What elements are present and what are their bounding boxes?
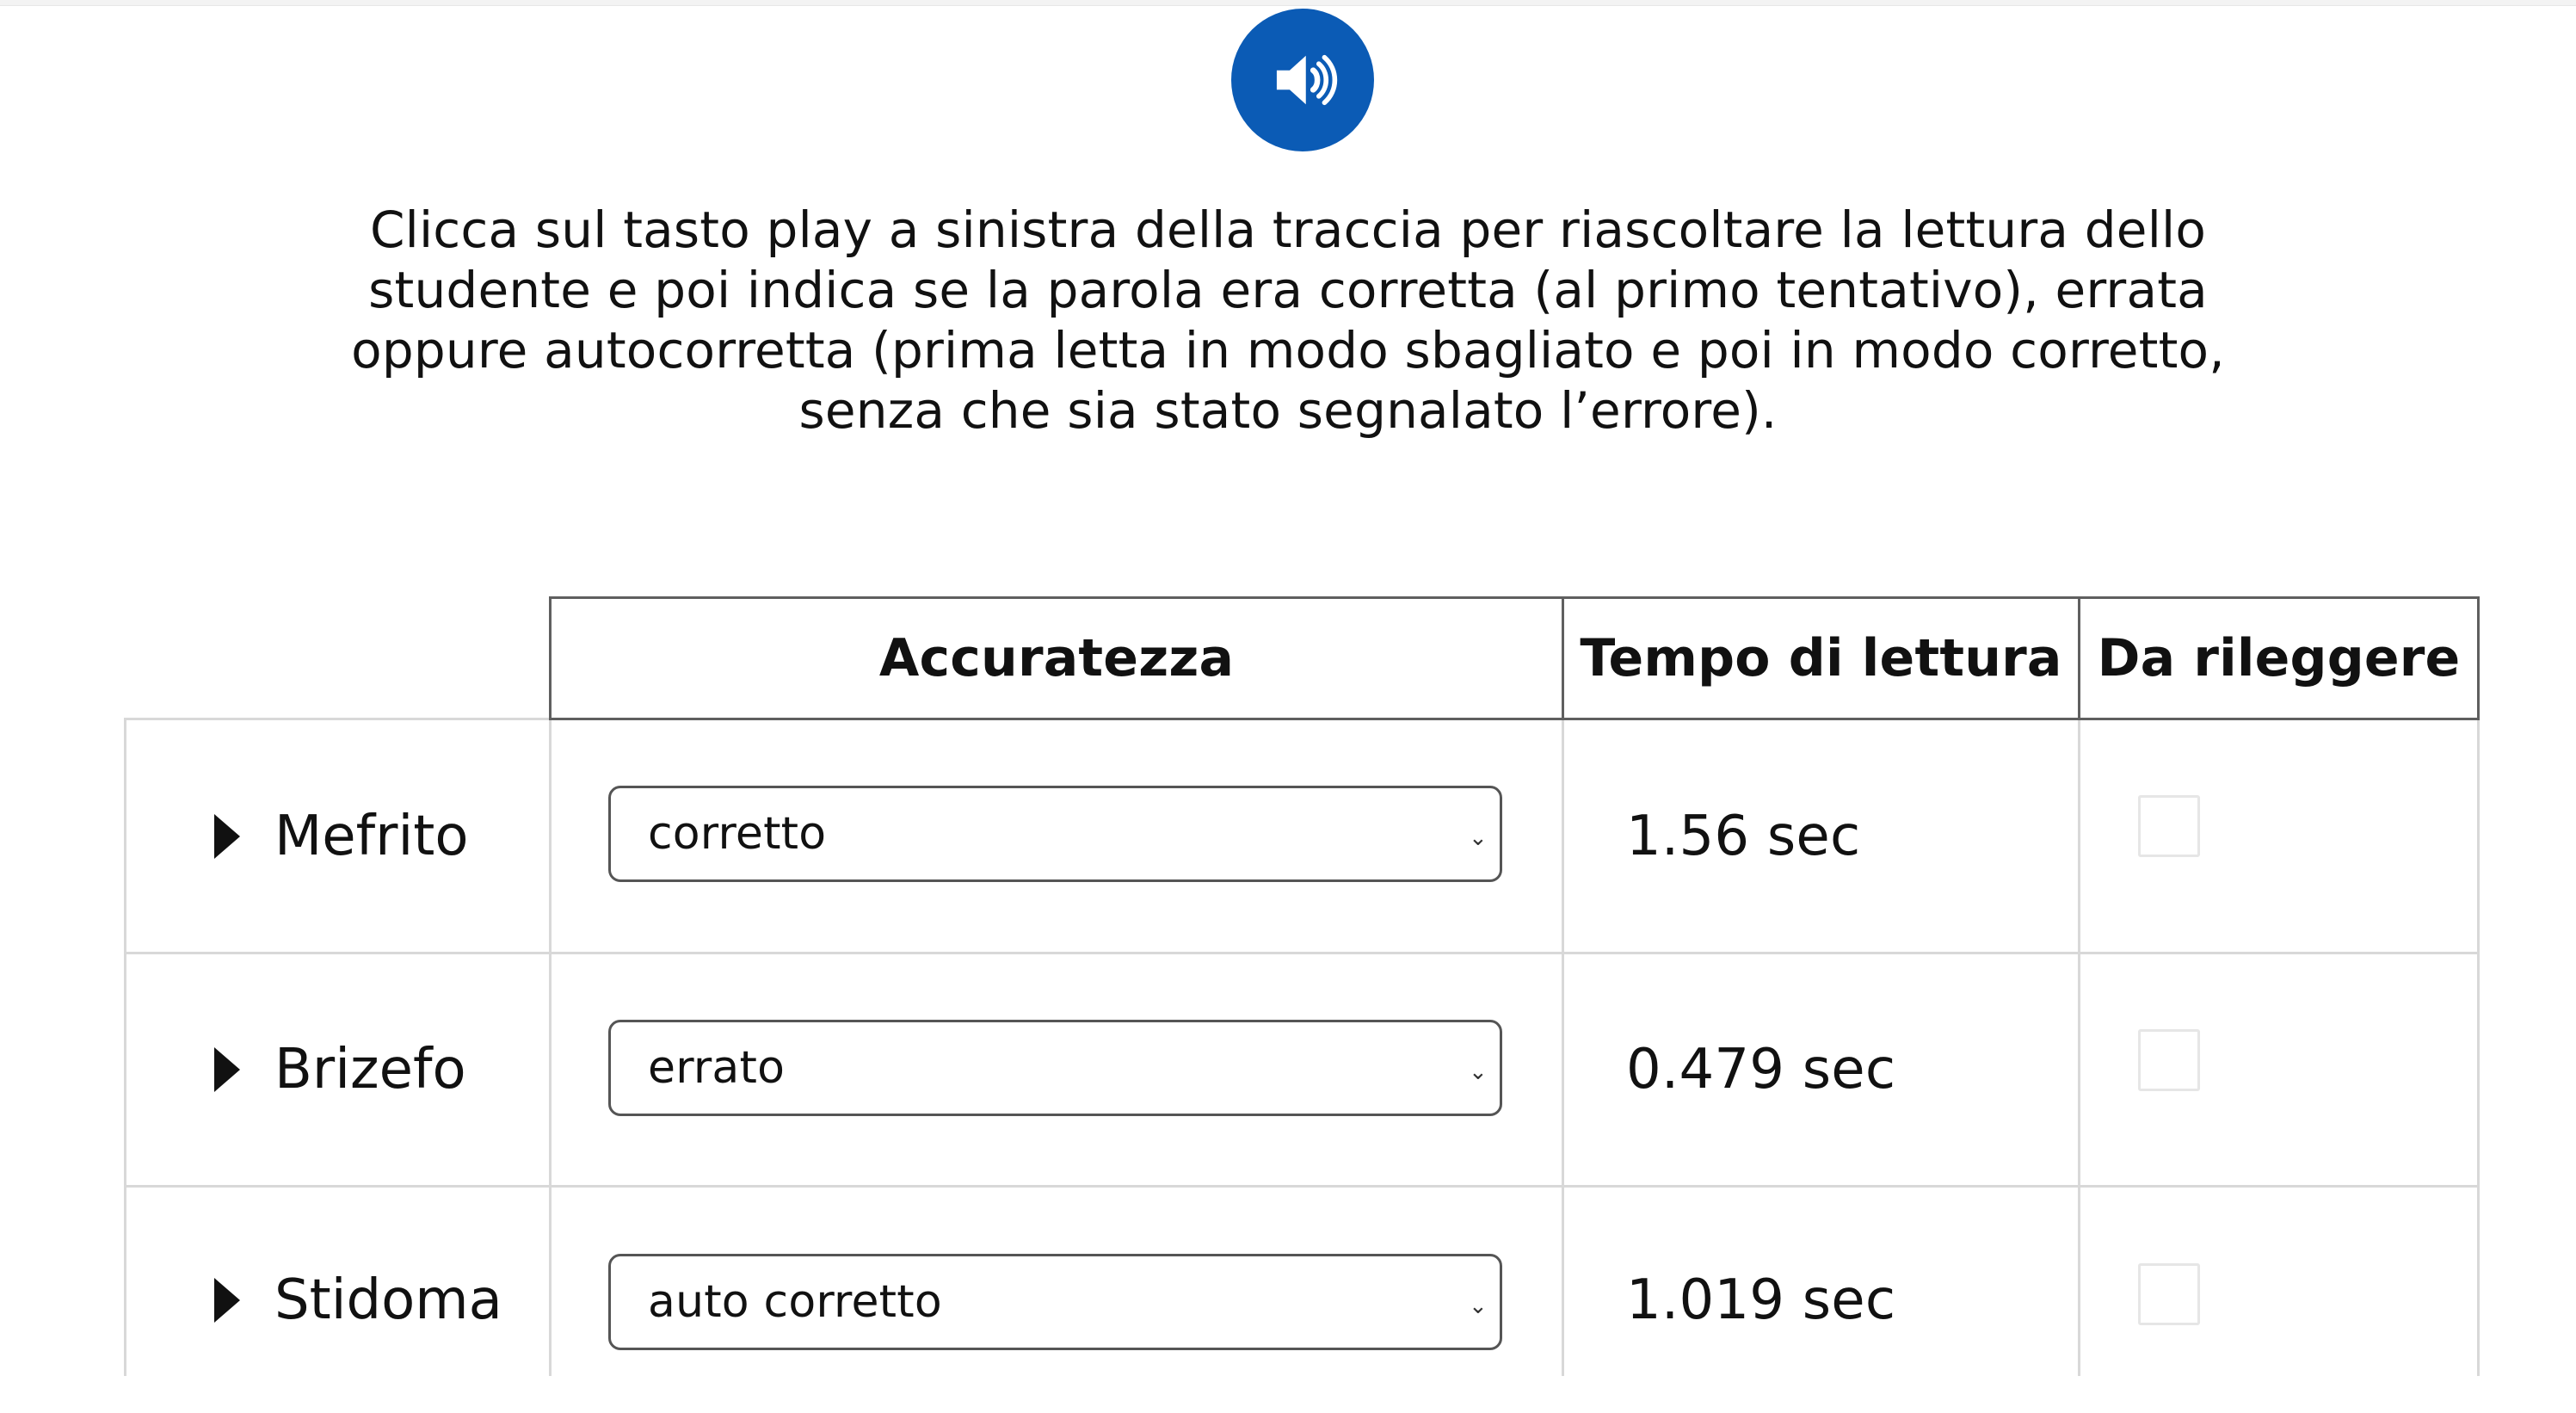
word-label: Mefrito [274,804,469,868]
reading-time-stidoma: 1.019 sec [1626,1268,1896,1332]
play-icon [214,1047,240,1092]
accuracy-selected-value: errato [648,1042,786,1094]
reading-assessment-table: Accuratezza Tempo di lettura Da rilegger… [0,0,2576,1376]
play-icon [214,1278,240,1323]
chevron-down-icon: ⌄ [1469,825,1488,851]
reread-checkbox-mefrito[interactable] [2138,795,2200,857]
reading-time-mefrito: 1.56 sec [1626,804,1861,868]
word-label: Brizefo [274,1038,466,1101]
column-divider-time [2078,718,2080,1376]
column-header-accuratezza: Accuratezza [549,596,1564,720]
play-icon [214,813,240,859]
column-header-tempo-di-lettura: Tempo di lettura [1562,596,2080,720]
accuracy-selected-value: auto corretto [648,1276,942,1328]
accuracy-select-stidoma[interactable]: auto corretto ⌄ [608,1254,1502,1350]
play-word-brizefo[interactable]: Brizefo [126,954,549,1185]
column-divider-word [549,718,552,1376]
accuracy-selected-value: corretto [648,808,827,860]
accuracy-select-mefrito[interactable]: corretto ⌄ [608,786,1502,882]
column-header-da-rileggere: Da rileggere [2078,596,2480,720]
chevron-down-icon: ⌄ [1469,1293,1488,1319]
play-word-stidoma[interactable]: Stidoma [126,1188,549,1413]
word-label: Stidoma [274,1268,502,1332]
play-word-mefrito[interactable]: Mefrito [126,720,549,952]
reread-checkbox-brizefo[interactable] [2138,1029,2200,1091]
reading-time-brizefo: 0.479 sec [1626,1038,1896,1101]
reread-checkbox-stidoma[interactable] [2138,1263,2200,1325]
chevron-down-icon: ⌄ [1469,1059,1488,1085]
table-right-border [2477,718,2480,1376]
accuracy-select-brizefo[interactable]: errato ⌄ [608,1020,1502,1116]
